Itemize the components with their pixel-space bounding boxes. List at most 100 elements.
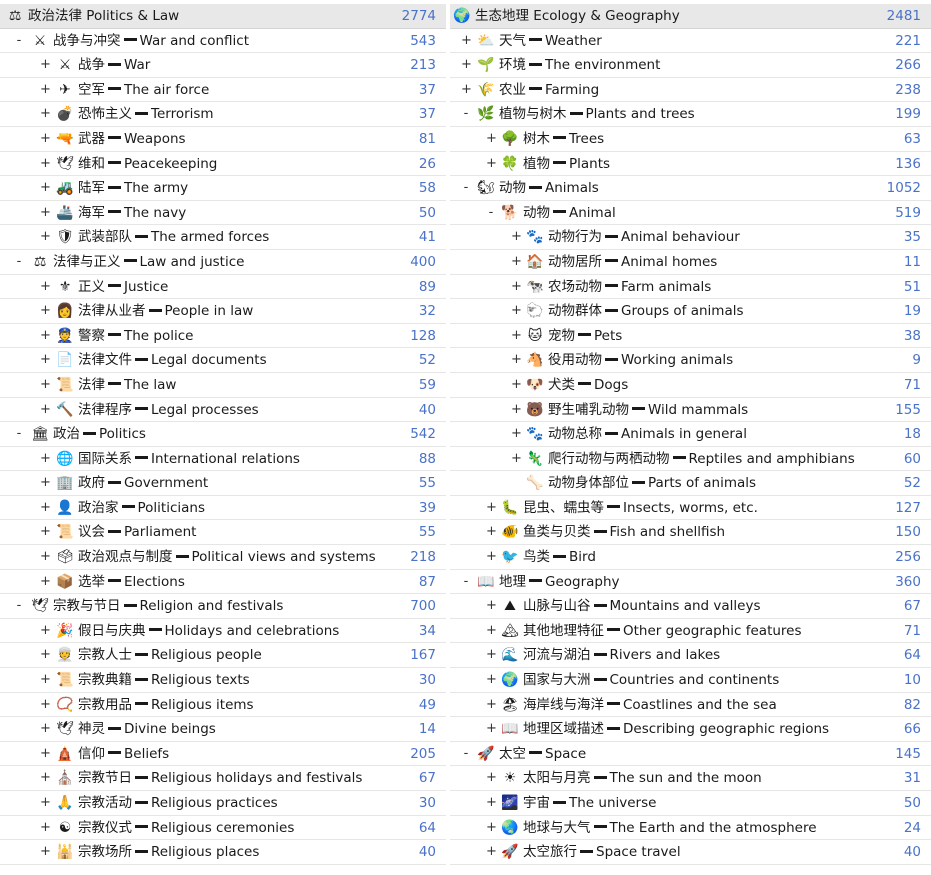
tree-row-the-air-force[interactable]: + ✈ 空军 The air force 37 (0, 78, 446, 103)
collapse-toggle[interactable]: - (14, 250, 24, 274)
tree-row-dogs[interactable]: + 🐶 犬类 Dogs 71 (450, 373, 931, 398)
collapse-toggle[interactable]: - (14, 422, 24, 446)
expand-toggle[interactable]: + (486, 791, 497, 815)
tree-row-rivers-and-lakes[interactable]: + 🌊 河流与湖泊 Rivers and lakes 64 (450, 643, 931, 669)
collapse-toggle[interactable]: - (461, 176, 471, 200)
expand-toggle[interactable]: + (40, 816, 51, 840)
expand-toggle[interactable]: + (40, 520, 51, 544)
tree-row-religious-holidays-and-festivals[interactable]: + ⛪ 宗教节日 Religious holidays and festivals 67 (0, 766, 446, 791)
expand-toggle[interactable]: + (40, 275, 51, 299)
tree-row-religion-and-festivals[interactable]: - 🕊 宗教与节日 Religion and festivals 700 (0, 594, 446, 619)
expand-toggle[interactable]: + (40, 53, 51, 77)
expand-toggle[interactable]: + (40, 496, 51, 520)
expand-toggle[interactable]: + (40, 324, 51, 348)
expand-toggle[interactable]: + (40, 299, 51, 323)
tree-row-the-earth-and-the-atmosphere[interactable]: + 🌏 地球与大气 The Earth and the atmosphere 24 (450, 816, 931, 841)
tree-row-religious-practices[interactable]: + 🙏 宗教活动 Religious practices 30 (0, 791, 446, 816)
tree-row-fish-and-shellfish[interactable]: + 🐠 鱼类与贝类 Fish and shellfish 150 (450, 520, 931, 546)
expand-toggle[interactable]: + (511, 398, 522, 422)
tree-row-animals[interactable]: - 🐿 动物 Animals 1052 (450, 176, 931, 201)
tree-row-animal-behaviour[interactable]: + 🐾 动物行为 Animal behaviour 35 (450, 225, 931, 250)
tree-row-religious-places[interactable]: + 🕌 宗教场所 Religious places 40 (0, 840, 446, 865)
expand-toggle[interactable]: + (40, 619, 51, 643)
expand-toggle[interactable]: + (511, 348, 522, 372)
tree-row-insects-worms-etc[interactable]: + 🐛 昆虫、蠕虫等 Insects, worms, etc. 127 (450, 496, 931, 521)
expand-toggle[interactable]: + (511, 373, 522, 397)
tree-row-legal-processes[interactable]: + 🔨 法律程序 Legal processes 40 (0, 398, 446, 423)
tree-row-legal-documents[interactable]: + 📄 法律文件 Legal documents 52 (0, 348, 446, 373)
expand-toggle[interactable]: + (486, 766, 497, 790)
tree-row-trees[interactable]: + 🌳 树木 Trees 63 (450, 127, 931, 152)
tree-row-space-travel[interactable]: + 🚀 太空旅行 Space travel 40 (450, 840, 931, 865)
tree-row-war-and-conflict[interactable]: - ⚔ 战争与冲突 War and conflict 543 (0, 29, 446, 54)
tree-row-religious-items[interactable]: + 📿 宗教用品 Religious items 49 (0, 693, 446, 718)
expand-toggle[interactable]: + (40, 398, 51, 422)
tree-row-international-relations[interactable]: + 🌐 国际关系 International relations 88 (0, 447, 446, 472)
expand-toggle[interactable]: + (40, 348, 51, 372)
expand-toggle[interactable]: + (486, 545, 497, 569)
tree-row-politics[interactable]: - 🏛 政治 Politics 542 (0, 422, 446, 447)
tree-row-war[interactable]: + ⚔ 战争 War 213 (0, 53, 446, 78)
tree-row-the-police[interactable]: + 👮 警察 The police 128 (0, 324, 446, 349)
tree-row-the-navy[interactable]: + 🚢 海军 The navy 50 (0, 201, 446, 226)
expand-toggle[interactable]: + (40, 791, 51, 815)
tree-row-the-armed-forces[interactable]: + 🛡 武装部队 The armed forces 41 (0, 225, 446, 250)
tree-row-divine-beings[interactable]: + 🕊 神灵 Divine beings 14 (0, 717, 446, 742)
expand-toggle[interactable]: + (40, 102, 51, 126)
tree-row-space[interactable]: - 🚀 太空 Space 145 (450, 742, 931, 767)
tree-row-plants-and-trees[interactable]: - 🌿 植物与树木 Plants and trees 199 (450, 102, 931, 127)
expand-toggle[interactable]: + (40, 152, 51, 176)
expand-toggle[interactable]: + (40, 127, 51, 151)
tree-row-parliament[interactable]: + 📜 议会 Parliament 55 (0, 520, 446, 546)
expand-toggle[interactable]: + (40, 693, 51, 717)
tree-row-working-animals[interactable]: + 🐴 役用动物 Working animals 9 (450, 348, 931, 373)
tree-row-reptiles-and-amphibians[interactable]: + 🦎 爬行动物与两栖动物 Reptiles and amphibians 60 (450, 447, 931, 472)
expand-toggle[interactable]: + (486, 152, 497, 176)
tree-row-the-sun-and-the-moon[interactable]: + ☀ 太阳与月亮 The sun and the moon 31 (450, 766, 931, 791)
expand-toggle[interactable]: + (486, 840, 497, 864)
tree-row-elections[interactable]: + 📦 选举 Elections 87 (0, 570, 446, 595)
tree-row-terrorism[interactable]: + 💣 恐怖主义 Terrorism 37 (0, 102, 446, 127)
tree-row-animal[interactable]: - 🐕 动物 Animal 519 (450, 201, 931, 226)
tree-row-mountains-and-valleys[interactable]: + ⛰ 山脉与山谷 Mountains and valleys 67 (450, 594, 931, 619)
tree-row-peacekeeping[interactable]: + 🕊 维和 Peacekeeping 26 (0, 152, 446, 177)
tree-row-groups-of-animals[interactable]: + 🐑 动物群体 Groups of animals 19 (450, 299, 931, 324)
expand-toggle[interactable]: + (511, 225, 522, 249)
tree-row-the-universe[interactable]: + 🌌 宇宙 The universe 50 (450, 791, 931, 816)
expand-toggle[interactable]: + (40, 545, 51, 569)
expand-toggle[interactable]: + (486, 816, 497, 840)
expand-toggle[interactable]: + (461, 29, 472, 53)
expand-toggle[interactable]: + (486, 717, 497, 741)
tree-row-wild-mammals[interactable]: + 🐻 野生哺乳动物 Wild mammals 155 (450, 398, 931, 423)
expand-toggle[interactable]: + (461, 78, 472, 102)
expand-toggle[interactable]: + (40, 570, 51, 594)
tree-row-plants[interactable]: + 🍀 植物 Plants 136 (450, 152, 931, 177)
expand-toggle[interactable]: + (40, 373, 51, 397)
expand-toggle[interactable]: + (40, 78, 51, 102)
expand-toggle[interactable]: + (511, 324, 522, 348)
expand-toggle[interactable]: + (486, 643, 497, 667)
tree-row-beliefs[interactable]: + 🛕 信仰 Beliefs 205 (0, 742, 446, 767)
tree-row-countries-and-continents[interactable]: + 🌍 国家与大洲 Countries and continents 10 (450, 668, 931, 693)
tree-row-other-geographic-features[interactable]: + 🏔 其他地理特征 Other geographic features 71 (450, 619, 931, 644)
expand-toggle[interactable]: + (511, 299, 522, 323)
expand-toggle[interactable]: + (40, 742, 51, 766)
expand-toggle[interactable]: + (40, 471, 51, 495)
expand-toggle[interactable]: + (40, 840, 51, 864)
expand-toggle[interactable]: + (486, 693, 497, 717)
tree-row-coastlines-and-the-sea[interactable]: + 🏖 海岸线与海洋 Coastlines and the sea 82 (450, 693, 931, 718)
expand-toggle[interactable]: + (511, 250, 522, 274)
tree-row-government[interactable]: + 🏢 政府 Government 55 (0, 471, 446, 496)
tree-row-parts-of-animals[interactable]: 🦴 动物身体部位 Parts of animals 52 (450, 471, 931, 496)
tree-row-politics-law[interactable]: ⚖ 政治法律 Politics & Law 2774 (0, 4, 446, 29)
tree-row-pets[interactable]: + 🐱 宠物 Pets 38 (450, 324, 931, 349)
tree-row-religious-people[interactable]: + 👳 宗教人士 Religious people 167 (0, 643, 446, 669)
expand-toggle[interactable]: + (486, 668, 497, 692)
expand-toggle[interactable]: + (40, 717, 51, 741)
expand-toggle[interactable]: + (40, 643, 51, 667)
tree-row-law-and-justice[interactable]: - ⚖ 法律与正义 Law and justice 400 (0, 250, 446, 275)
expand-toggle[interactable]: + (511, 275, 522, 299)
tree-row-weather[interactable]: + ⛅ 天气 Weather 221 (450, 29, 931, 54)
expand-toggle[interactable]: + (486, 619, 497, 643)
tree-row-political-views-and-systems[interactable]: + 🗳 政治观点与制度 Political views and systems 218 (0, 545, 446, 570)
